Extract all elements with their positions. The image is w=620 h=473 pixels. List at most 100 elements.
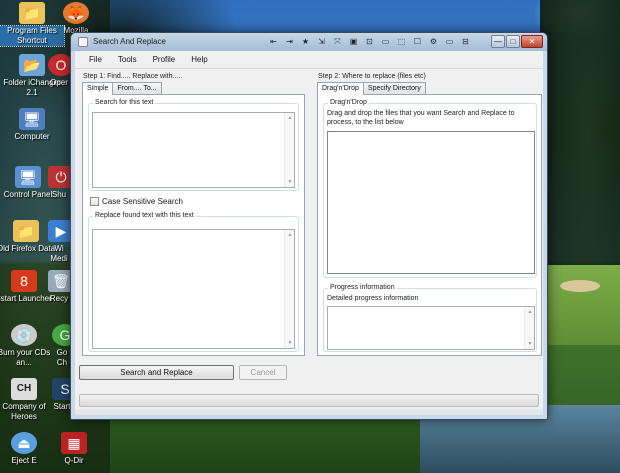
scroll-down-icon[interactable]: ▼ (285, 177, 295, 187)
desktop-icon-label: Shu (51, 190, 67, 199)
desktop-icon-google-chrome[interactable]: G Go Ch (52, 324, 72, 368)
step2-label: Step 2: Where to replace (files etc) (318, 73, 426, 80)
box-icon[interactable]: ☐ (411, 36, 424, 48)
desktop-icon-label: Recy (49, 294, 69, 303)
folder-icon: 📂 (19, 54, 45, 76)
menu-tools[interactable]: Tools (110, 55, 145, 64)
desktop-icon-windows-media[interactable]: ▶ Wi Medi (48, 220, 70, 264)
tab-simple[interactable]: Simple (82, 82, 114, 95)
desktop-icon-label: Program Files Shortcut (0, 25, 65, 47)
desktop-icon-recycle-bin[interactable]: 🗑 Recy (48, 270, 70, 304)
search-group-title: Search for this text (93, 99, 156, 106)
tab-from-to[interactable]: From.... To... (112, 82, 162, 94)
first-icon[interactable]: ⇤ (267, 36, 280, 48)
progress-group-title: Progress information (328, 284, 397, 291)
desktop-icon-company-of-heroes[interactable]: CH Company of Heroes (0, 378, 56, 422)
minimize-button[interactable]: — (491, 35, 505, 48)
panel-icon[interactable]: ▭ (379, 36, 392, 48)
wallpaper-fairway (545, 265, 620, 345)
drag-drop-group: Drag'n'Drop Drag and drop the files that… (323, 99, 537, 278)
select-icon[interactable]: ⬚ (395, 36, 408, 48)
desktop-icon-label: Burn your CDs an... (0, 348, 51, 367)
expand-icon[interactable]: ⤧ (331, 36, 344, 48)
menu-profile[interactable]: Profile (145, 55, 184, 64)
desktop-icon-q-dir[interactable]: ▦ Q-Dir (44, 432, 104, 466)
window-controls: — □ ✕ (491, 35, 543, 48)
desktop-icon-computer[interactable]: 🖥 Computer (0, 108, 64, 142)
computer-icon: 🖥 (19, 108, 45, 130)
progress-log[interactable]: ▲ ▼ (327, 306, 535, 350)
client-area: Step 1: Find..... Replace with..... Simp… (75, 68, 543, 415)
scroll-up-icon[interactable]: ▲ (525, 307, 535, 317)
desktop-icon-label: Start (53, 402, 71, 411)
last-icon[interactable]: ⇥ (283, 36, 296, 48)
eject-icon: ⏏ (11, 432, 37, 454)
replace-scrollbar[interactable]: ▲ ▼ (284, 230, 294, 348)
recycle-bin-icon: 🗑 (48, 270, 70, 292)
desktop-icon-label: Go Ch (56, 348, 68, 367)
title-bar[interactable]: Search And Replace ⇤ ⇥ ★ ⇲ ⤧ ▣ ⊡ ▭ ⬚ ☐ ⚙… (71, 33, 547, 51)
drag-drop-group-title: Drag'n'Drop (328, 99, 369, 106)
menu-file[interactable]: File (81, 55, 110, 64)
drag-drop-description: Drag and drop the files that you want Se… (327, 110, 515, 126)
company-of-heroes-icon: CH (11, 378, 37, 400)
search-scrollbar[interactable]: ▲ ▼ (284, 113, 294, 187)
chrome-icon: G (52, 324, 72, 346)
progress-bar (79, 394, 539, 407)
replace-group-title: Replace found text with this text (93, 212, 196, 219)
folder-icon: 📁 (13, 220, 39, 242)
cancel-button[interactable]: Cancel (239, 365, 287, 380)
tab-drag-n-drop[interactable]: Drag'n'Drop (317, 82, 364, 95)
desktop-icon-label: 8start Launcher (0, 294, 52, 303)
desktop-icon-burn-cds[interactable]: 💿 Burn your CDs an... (0, 324, 56, 368)
desktop-icon-mozilla[interactable]: 🦊 Mozilla (58, 2, 94, 36)
folder-icon: 📁 (19, 2, 45, 24)
desktop-icon-start[interactable]: S Start (52, 378, 72, 412)
resize-icon[interactable]: ⇲ (315, 36, 328, 48)
search-and-replace-button[interactable]: Search and Replace (79, 365, 234, 380)
scroll-up-icon[interactable]: ▲ (285, 230, 295, 240)
menu-help[interactable]: Help (183, 55, 215, 64)
firefox-icon: 🦊 (63, 2, 89, 24)
status-strip (75, 409, 543, 415)
file-drop-list[interactable] (327, 131, 535, 274)
window-title: Search And Replace (93, 37, 166, 46)
step1-label: Step 1: Find..... Replace with..... (83, 73, 183, 80)
tab-specify-directory[interactable]: Specify Directory (362, 82, 426, 94)
power-icon: ⏻ (48, 166, 70, 188)
desktop-icon-label: Eject E (11, 456, 37, 465)
close-button[interactable]: ✕ (521, 35, 543, 48)
wallpaper-bunker (560, 280, 600, 292)
disc-icon: 💿 (11, 324, 37, 346)
desktop-icon-label: Wi Medi (50, 244, 68, 263)
frame-icon[interactable]: ⊡ (363, 36, 376, 48)
scroll-up-icon[interactable]: ▲ (285, 113, 295, 123)
case-sensitive-row[interactable]: Case Sensitive Search (90, 197, 183, 206)
step2-panel: Drag'n'Drop Drag and drop the files that… (317, 94, 542, 356)
replace-group: Replace found text with this text ▲ ▼ (88, 212, 299, 352)
desktop-icon-label: Company of Heroes (2, 402, 46, 421)
window-icon[interactable]: ▣ (347, 36, 360, 48)
replace-textarea[interactable]: ▲ ▼ (92, 229, 295, 349)
search-textarea[interactable]: ▲ ▼ (92, 112, 295, 188)
search-and-replace-window: Search And Replace ⇤ ⇥ ★ ⇲ ⤧ ▣ ⊡ ▭ ⬚ ☐ ⚙… (70, 32, 548, 420)
titlebar-toolbar: ⇤ ⇥ ★ ⇲ ⤧ ▣ ⊡ ▭ ⬚ ☐ ⚙ ▭ ⊟ (267, 36, 472, 48)
progress-scrollbar[interactable]: ▲ ▼ (524, 307, 534, 349)
desktop-icon-shutdown[interactable]: ⏻ Shu (48, 166, 70, 200)
star-icon[interactable]: ★ (299, 36, 312, 48)
collapse-icon[interactable]: ⊟ (459, 36, 472, 48)
case-sensitive-label: Case Sensitive Search (102, 197, 183, 206)
restore-icon[interactable]: ▭ (443, 36, 456, 48)
wallpaper-grass (110, 415, 420, 473)
scroll-down-icon[interactable]: ▼ (285, 338, 295, 348)
desktop-icon-opera[interactable]: O Oper (48, 54, 70, 88)
desktop-icon-label: Oper (50, 78, 68, 87)
settings-icon[interactable]: ⚙ (427, 36, 440, 48)
scroll-down-icon[interactable]: ▼ (525, 339, 535, 349)
desktop-icon-program-files[interactable]: 📁 Program Files Shortcut (0, 2, 65, 47)
case-sensitive-checkbox[interactable] (90, 197, 99, 206)
menu-bar: File Tools Profile Help (75, 51, 543, 68)
media-player-icon: ▶ (48, 220, 70, 242)
app-icon (78, 37, 88, 47)
maximize-button[interactable]: □ (506, 35, 520, 48)
